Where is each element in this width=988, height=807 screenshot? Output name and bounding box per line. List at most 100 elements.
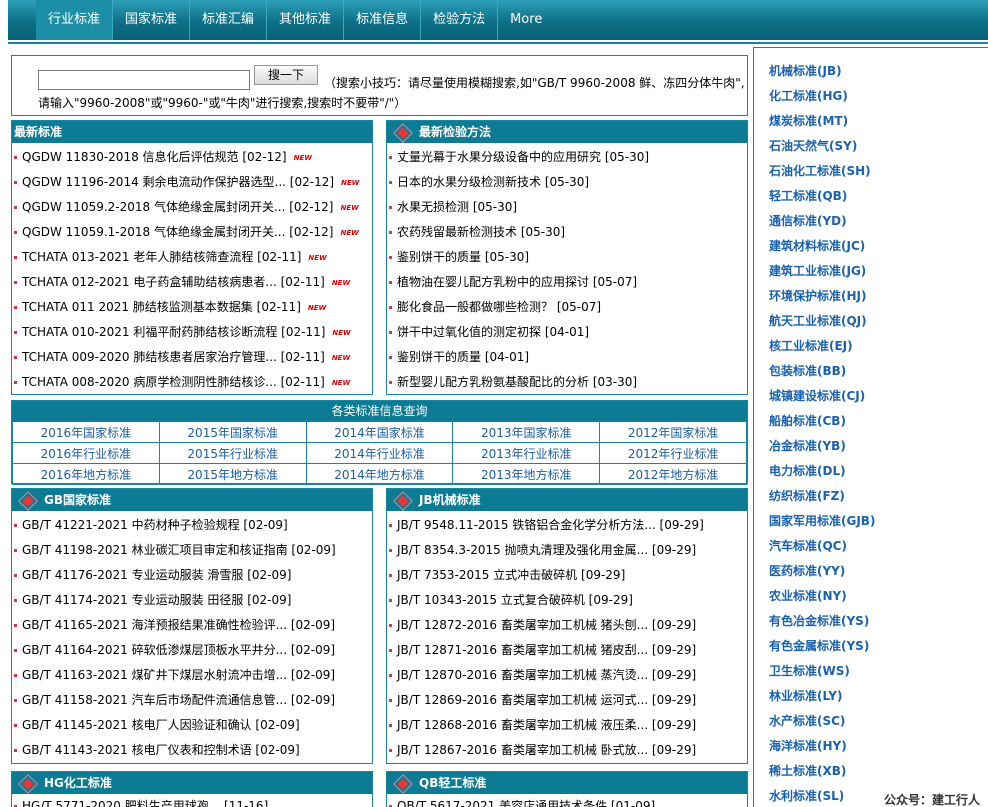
nav-item[interactable]: 其他标准 xyxy=(267,0,343,40)
item-title[interactable]: GB/T 41143-2021 核电厂仪表和控制术语 xyxy=(22,743,252,757)
sidebar-category-link[interactable]: 水产标准(SC) xyxy=(769,709,875,734)
list-item[interactable]: TCHATA 009-2020 肺结核患者居家治疗管理... [02-11] NE… xyxy=(12,345,372,370)
query-link[interactable]: 2012年行业标准 xyxy=(599,442,747,464)
list-item[interactable]: GB/T 41145-2021 核电厂人因验证和确认 [02-09] xyxy=(12,713,372,738)
item-title[interactable]: 丈量光幕于水果分级设备中的应用研究 xyxy=(397,150,601,164)
sidebar-category-link[interactable]: 城镇建设标准(CJ) xyxy=(769,384,875,409)
sidebar-category-link[interactable]: 环境保护标准(HJ) xyxy=(769,284,875,309)
item-title[interactable]: GB/T 41221-2021 中药材种子检验规程 xyxy=(22,518,240,532)
item-title[interactable]: GB/T 41198-2021 林业碳汇项目审定和核证指南 xyxy=(22,543,288,557)
list-item[interactable]: HG/T 5771-2020 肥料生产用球孢... [11-16] xyxy=(12,794,372,807)
sidebar-category-link[interactable]: 电力标准(DL) xyxy=(769,459,875,484)
sidebar-category-link[interactable]: 有色金属标准(YS) xyxy=(769,634,875,659)
sidebar-category-link[interactable]: 海洋标准(HY) xyxy=(769,734,875,759)
list-item[interactable]: TCHATA 010-2021 利福平耐药肺结核诊断流程 [02-11] NEW xyxy=(12,320,372,345)
item-title[interactable]: 新型婴儿配方乳粉氨基酸配比的分析 xyxy=(397,375,589,389)
list-item[interactable]: 新型婴儿配方乳粉氨基酸配比的分析 [03-30] xyxy=(387,370,747,394)
sidebar-category-link[interactable]: 林业标准(LY) xyxy=(769,684,875,709)
sidebar-category-link[interactable]: 医药标准(YY) xyxy=(769,559,875,584)
sidebar-category-link[interactable]: 核工业标准(EJ) xyxy=(769,334,875,359)
item-title[interactable]: TCHATA 008-2020 病原学检测阴性肺结核诊... xyxy=(22,375,277,389)
query-link[interactable]: 2016年行业标准 xyxy=(12,442,160,464)
sidebar-category-link[interactable]: 建筑材料标准(JC) xyxy=(769,234,875,259)
item-title[interactable]: GB/T 41176-2021 专业运动服装 滑雪服 xyxy=(22,568,243,582)
list-item[interactable]: 水果无损检测 [05-30] xyxy=(387,195,747,220)
query-link[interactable]: 2015年国家标准 xyxy=(158,421,307,443)
sidebar-category-link[interactable]: 通信标准(YD) xyxy=(769,209,875,234)
sidebar-category-link[interactable]: 煤炭标准(MT) xyxy=(769,109,875,134)
item-title[interactable]: GB/T 41164-2021 碎软低渗煤层顶板水平井分... xyxy=(22,643,287,657)
list-item[interactable]: 农药残留最新检测技术 [05-30] xyxy=(387,220,747,245)
nav-item[interactable]: 标准汇编 xyxy=(190,0,266,40)
item-title[interactable]: TCHATA 013-2021 老年人肺结核筛查流程 xyxy=(22,250,253,264)
query-link[interactable]: 2014年国家标准 xyxy=(305,421,454,443)
item-title[interactable]: JB/T 12872-2016 畜类屠宰加工机械 猪头刨... xyxy=(397,618,648,632)
item-title[interactable]: 鉴别饼干的质量 xyxy=(397,250,481,264)
list-item[interactable]: 鉴别饼干的质量 [05-30] xyxy=(387,245,747,270)
item-title[interactable]: GB/T 41145-2021 核电厂人因验证和确认 xyxy=(22,718,252,732)
item-title[interactable]: 饼干中过氧化值的测定初探 xyxy=(397,325,541,339)
list-item[interactable]: TCHATA 013-2021 老年人肺结核筛查流程 [02-11] NEW xyxy=(12,245,372,270)
sidebar-category-link[interactable]: 机械标准(JB) xyxy=(769,59,875,84)
sidebar-category-link[interactable]: 冶金标准(YB) xyxy=(769,434,875,459)
list-item[interactable]: GB/T 41174-2021 专业运动服装 田径服 [02-09] xyxy=(12,588,372,613)
list-item[interactable]: 膨化食品一般都做哪些检测？ [05-07] xyxy=(387,295,747,320)
query-link[interactable]: 2012年国家标准 xyxy=(599,421,747,443)
item-title[interactable]: GB/T 41163-2021 煤矿井下煤层水射流冲击增... xyxy=(22,668,287,682)
list-item[interactable]: GB/T 41176-2021 专业运动服装 滑雪服 [02-09] xyxy=(12,563,372,588)
query-link[interactable]: 2014年地方标准 xyxy=(305,463,454,485)
list-item[interactable]: 鉴别饼干的质量 [04-01] xyxy=(387,345,747,370)
nav-item[interactable]: 行业标准 xyxy=(36,0,113,40)
item-title[interactable]: 农药残留最新检测技术 xyxy=(397,225,517,239)
item-title[interactable]: JB/T 7353-2015 立式冲击破碎机 xyxy=(397,568,577,582)
query-link[interactable]: 2015年地方标准 xyxy=(158,463,307,485)
list-item[interactable]: JB/T 7353-2015 立式冲击破碎机 [09-29] xyxy=(387,563,747,588)
list-item[interactable]: TCHATA 011 2021 肺结核监测基本数据集 [02-11] NEW xyxy=(12,295,372,320)
list-item[interactable]: GB/T 41165-2021 海洋预报结果准确性检验评... [02-09] xyxy=(12,613,372,638)
list-item[interactable]: QGDW 11196-2014 剩余电流动作保护器选型... [02-12] NE… xyxy=(12,170,372,195)
item-title[interactable]: JB/T 9548.11-2015 铁铬铝合金化学分析方法... xyxy=(397,518,656,532)
item-title[interactable]: 日本的水果分级检测新技术 xyxy=(397,175,541,189)
query-link[interactable]: 2013年地方标准 xyxy=(452,463,601,485)
item-title[interactable]: 水果无损检测 xyxy=(397,200,469,214)
nav-item[interactable]: 国家标准 xyxy=(113,0,189,40)
item-title[interactable]: TCHATA 011 2021 肺结核监测基本数据集 xyxy=(22,300,253,314)
list-item[interactable]: QGDW 11059.2-2018 气体绝缘金属封闭开关... [02-12] N… xyxy=(12,195,372,220)
query-link[interactable]: 2015年行业标准 xyxy=(158,442,307,464)
item-title[interactable]: QGDW 11059.1-2018 气体绝缘金属封闭开关... xyxy=(22,225,285,239)
nav-item[interactable]: 标准信息 xyxy=(344,0,420,40)
sidebar-category-link[interactable]: 船舶标准(CB) xyxy=(769,409,875,434)
sidebar-category-link[interactable]: 汽车标准(QC) xyxy=(769,534,875,559)
query-link[interactable]: 2014年行业标准 xyxy=(305,442,454,464)
query-link[interactable]: 2013年行业标准 xyxy=(452,442,601,464)
item-title[interactable]: HG/T 5771-2020 肥料生产用球孢... xyxy=(22,799,220,807)
sidebar-category-link[interactable]: 化工标准(HG) xyxy=(769,84,875,109)
list-item[interactable]: QB/T 5617-2021 美容店通用技术条件 [01-09] xyxy=(387,794,747,807)
list-item[interactable]: GB/T 41163-2021 煤矿井下煤层水射流冲击增... [02-09] xyxy=(12,663,372,688)
item-title[interactable]: 植物油在婴儿配方乳粉中的应用探讨 xyxy=(397,275,589,289)
sidebar-category-link[interactable]: 纺织标准(FZ) xyxy=(769,484,875,509)
query-link[interactable]: 2013年国家标准 xyxy=(452,421,601,443)
list-item[interactable]: GB/T 41164-2021 碎软低渗煤层顶板水平井分... [02-09] xyxy=(12,638,372,663)
item-title[interactable]: JB/T 12870-2016 畜类屠宰加工机械 蒸汽烫... xyxy=(397,668,648,682)
item-title[interactable]: GB/T 41174-2021 专业运动服装 田径服 xyxy=(22,593,243,607)
sidebar-category-link[interactable]: 国家军用标准(GJB) xyxy=(769,509,875,534)
list-item[interactable]: TCHATA 012-2021 电子药盒辅助结核病患者... [02-11] NE… xyxy=(12,270,372,295)
sidebar-category-link[interactable]: 水利标准(SL) xyxy=(769,784,875,807)
list-item[interactable]: JB/T 10343-2015 立式复合破碎机 [09-29] xyxy=(387,588,747,613)
list-item[interactable]: 日本的水果分级检测新技术 [05-30] xyxy=(387,170,747,195)
item-title[interactable]: JB/T 12868-2016 畜类屠宰加工机械 液压柔... xyxy=(397,718,648,732)
query-link[interactable]: 2016年国家标准 xyxy=(12,421,160,443)
list-item[interactable]: JB/T 12867-2016 畜类屠宰加工机械 卧式放... [09-29] xyxy=(387,738,747,763)
list-item[interactable]: JB/T 9548.11-2015 铁铬铝合金化学分析方法... [09-29] xyxy=(387,513,747,538)
sidebar-category-link[interactable]: 航天工业标准(QJ) xyxy=(769,309,875,334)
item-title[interactable]: QGDW 11830-2018 信息化后评估规范 xyxy=(22,150,239,164)
list-item[interactable]: JB/T 12869-2016 畜类屠宰加工机械 运河式... [09-29] xyxy=(387,688,747,713)
item-title[interactable]: TCHATA 012-2021 电子药盒辅助结核病患者... xyxy=(22,275,277,289)
search-button[interactable]: 搜一下 xyxy=(254,65,318,85)
list-item[interactable]: QGDW 11059.1-2018 气体绝缘金属封闭开关... [02-12] N… xyxy=(12,220,372,245)
item-title[interactable]: JB/T 12867-2016 畜类屠宰加工机械 卧式放... xyxy=(397,743,648,757)
sidebar-category-link[interactable]: 稀土标准(XB) xyxy=(769,759,875,784)
item-title[interactable]: GB/T 41165-2021 海洋预报结果准确性检验评... xyxy=(22,618,287,632)
item-title[interactable]: 膨化食品一般都做哪些检测？ xyxy=(397,300,553,314)
